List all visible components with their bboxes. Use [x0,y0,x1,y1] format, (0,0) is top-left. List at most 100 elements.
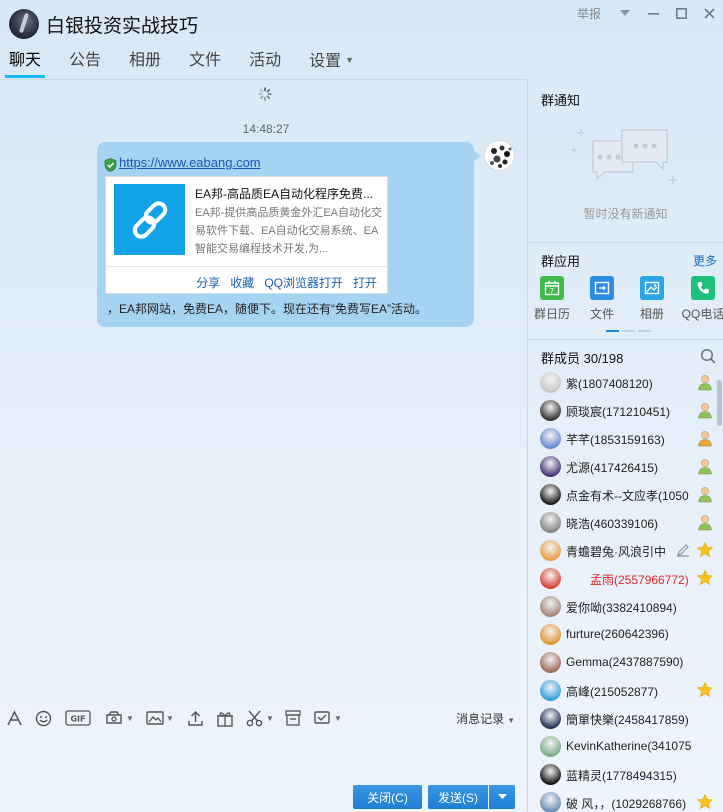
member-row[interactable]: 芊芊(1853159163) [528,424,716,452]
app-file[interactable]: 文件 [577,276,627,322]
member-name: 破 风，，(1029268766) [566,797,687,811]
member-avatar[interactable] [540,596,561,617]
member-avatar[interactable] [540,568,561,589]
member-avatar[interactable] [540,456,561,477]
member-row[interactable]: Gemma(2437887590) [528,648,716,676]
message-timestamp: 14:48:27 [242,122,290,136]
member-row[interactable]: 蓝精灵(1778494315) [528,760,716,788]
gif-icon[interactable]: GIF [65,708,91,728]
empty-notice-icon [571,129,677,184]
member-row[interactable]: furture(260642396) [528,620,716,648]
send-options-button[interactable] [489,785,515,809]
open-link[interactable]: 打开 [353,274,377,291]
member-row[interactable]: 青蟾碧兔·风浪引中 [528,536,716,564]
maximize-icon[interactable] [667,0,695,26]
album-icon [640,276,664,300]
member-avatar[interactable] [540,624,561,645]
pager-dot[interactable] [606,330,619,332]
member-avatar[interactable] [540,400,561,421]
member-list[interactable]: 紫(1807408120) 顾琰宸(171210451) 芊芊(1853159163… [528,368,716,812]
gift-icon[interactable] [216,708,234,728]
favorite-link[interactable]: 收藏 [230,274,254,291]
pager-dot[interactable] [622,330,635,332]
apps-pager[interactable] [606,330,651,332]
sender-avatar[interactable] [484,140,515,171]
member-avatar[interactable] [540,736,561,757]
emoji-icon[interactable] [35,708,52,728]
screenshot-icon[interactable]: ▼ [104,708,134,728]
app-calendar[interactable]: 7 群日历 [527,276,577,322]
member-row[interactable]: 尤源(417426415) [528,452,716,480]
app-label: QQ电话 [681,307,723,321]
font-icon[interactable] [6,708,23,728]
tab-activity[interactable]: 活动 [240,47,290,80]
member-row[interactable]: 高峰(215052877) [528,676,716,704]
tab-settings[interactable]: 设置 ▼ [300,47,363,80]
member-avatar[interactable] [540,540,561,561]
star-icon [696,793,714,810]
close-icon[interactable] [695,0,723,26]
group-tabs: 聊天 公告 相册 文件 活动 设置 ▼ [0,47,373,80]
admin-icon [698,515,712,531]
app-label: 相册 [639,307,664,321]
image-icon[interactable]: ▼ [146,708,174,728]
message-bubble[interactable]: https://www.eabang.com EA邦-高品质EA自动化程序免费.… [97,142,481,327]
member-avatar[interactable] [540,512,561,533]
member-row[interactable]: 簡單快樂(2458417859) [528,704,716,732]
member-name: 顾琰宸(171210451) [566,405,671,419]
member-name: 点金有术--文应孝(1050 [566,489,689,503]
members-title: 群成员 30/198 [541,351,624,366]
member-avatar[interactable] [540,708,561,729]
member-list-scrollbar[interactable] [717,380,722,426]
tab-files[interactable]: 文件 [180,47,230,80]
member-avatar[interactable] [540,792,561,812]
app-qq-phone[interactable]: QQ电话 [678,276,723,322]
upload-icon[interactable] [187,708,204,728]
star-icon [696,569,714,586]
member-avatar[interactable] [540,680,561,701]
member-row[interactable]: 顾琰宸(171210451) [528,396,716,424]
search-icon[interactable] [700,348,716,364]
member-avatar[interactable] [540,764,561,785]
apps-more-link[interactable]: 更多 [693,252,717,269]
member-name: 爱你呦(3382410894) [566,601,677,615]
open-in-browser-link[interactable]: QQ浏览器打开 [264,274,343,291]
member-row[interactable]: 爱你呦(3382410894) [528,592,716,620]
scissors-icon[interactable]: ▼ [246,708,274,728]
pager-dot[interactable] [638,330,651,332]
member-row[interactable]: 点金有术--文应孝(1050 [528,480,716,508]
apps-title: 群应用 [541,254,581,269]
member-row[interactable]: 孟雨(2557966772) [528,564,716,592]
archive-icon[interactable] [285,708,301,728]
report-link[interactable]: 举报 [577,5,601,22]
url-link[interactable]: https://www.eabang.com [119,155,261,170]
close-button[interactable]: 关闭(C) [353,785,422,809]
tab-label: 相册 [129,52,162,69]
edit-icon[interactable] [676,543,690,557]
phone-icon [691,276,715,300]
app-album[interactable]: 相册 [627,276,677,322]
member-avatar[interactable] [540,652,561,673]
minimize-icon[interactable] [639,0,667,26]
chat-history[interactable]: 14:48:27 https://www.eabang.com EA邦-高品质E… [0,80,527,700]
message-record-button[interactable]: 消息记录 ▼ [456,710,515,727]
member-avatar[interactable] [540,484,561,505]
member-row[interactable]: 晓浩(460339106) [528,508,716,536]
tab-chat[interactable]: 聊天 [0,47,50,80]
message-input[interactable] [0,735,527,783]
tab-announcement[interactable]: 公告 [60,47,110,80]
share-link[interactable]: 分享 [196,274,220,291]
send-button[interactable]: 发送(S) [428,785,488,809]
member-row[interactable]: KevinKatherine(3410751499) [528,732,716,760]
member-avatar[interactable] [540,372,561,393]
poll-icon[interactable]: ▼ [314,708,342,728]
member-row[interactable]: 破 风，，(1029268766) [528,788,716,812]
tab-album[interactable]: 相册 [120,47,170,80]
member-row[interactable]: 紫(1807408120) [528,368,716,396]
group-avatar[interactable] [9,9,39,39]
link-chain-icon [114,184,185,255]
member-avatar[interactable] [540,428,561,449]
link-preview-card[interactable]: EA邦-高品质EA自动化程序免费... EA邦-提供高品质黄金外汇EA自动化交易… [105,176,388,294]
chevron-down-icon: ▼ [266,713,274,723]
menu-dropdown-icon[interactable] [611,0,639,26]
